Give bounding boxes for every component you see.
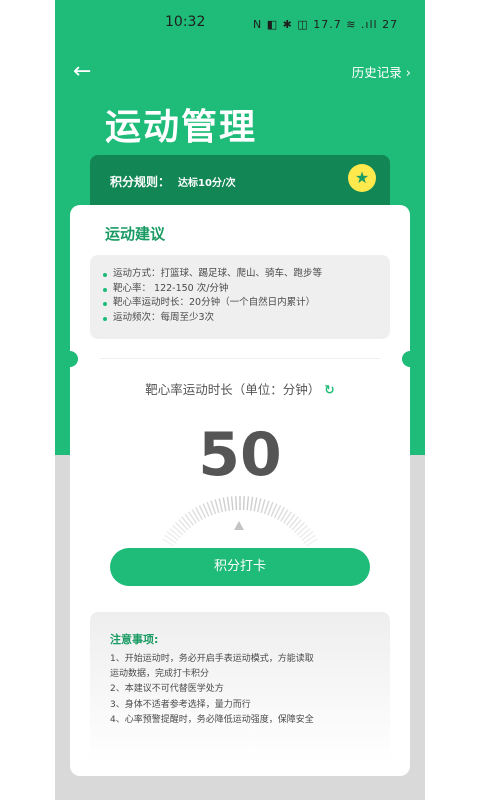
dial-tick	[181, 516, 192, 529]
advice-item: 运动方式：打篮球、踢足球、爬山、骑车、跑步等	[103, 267, 322, 282]
notice-line: 3、身体不适者参考选择，量力而行	[110, 699, 251, 710]
status-time: 10:32	[165, 14, 206, 30]
dial-tick	[296, 524, 308, 536]
dial-tick	[246, 496, 250, 511]
arrow-left-icon: ←	[73, 59, 92, 84]
history-label: 历史记录	[351, 65, 402, 80]
dial-tick	[214, 499, 220, 514]
back-button[interactable]: ←	[73, 58, 101, 86]
advice-list: 运动方式：打篮球、踢足球、爬山、骑车、跑步等 靶心率： 122-150 次/分钟…	[103, 267, 322, 325]
advice-box: 运动方式：打篮球、踢足球、爬山、骑车、跑步等 靶心率： 122-150 次/分钟…	[90, 255, 390, 339]
points-rule-text: 积分规则： 达标10分/次	[110, 173, 236, 190]
left-margin	[0, 0, 55, 800]
notice-line: 1、开始运动时，务必开启手表运动模式，方能读取	[110, 654, 314, 664]
dial-tick	[175, 521, 186, 533]
dial-tick	[291, 519, 302, 531]
chevron-right-icon: ›	[405, 66, 411, 81]
heart-rate-label-text: 靶心率运动时长（单位：分钟）	[145, 382, 321, 397]
dial-pointer-icon	[234, 521, 244, 530]
advice-title: 运动建议	[105, 225, 166, 243]
dial-tick	[256, 498, 262, 513]
points-rule-value: 达标10分/次	[178, 178, 236, 189]
points-rule-label: 积分规则：	[110, 175, 171, 189]
dial-tick	[218, 498, 224, 513]
dial-tick	[230, 496, 234, 511]
notice-lines: 1、开始运动时，务必开启手表运动模式，方能读取 运动数据，完成打卡积分 2、本建…	[110, 652, 314, 728]
dial-tick	[299, 528, 311, 539]
phone-screen: 10:32 N ◧ ✱ ◫ 17.7 ≋ .ıll 27 ← 历史记录 › 运动管…	[55, 0, 425, 800]
dial-tick	[172, 524, 184, 536]
card-notch-right	[402, 351, 418, 367]
right-margin	[425, 0, 480, 800]
dial-tick	[235, 496, 238, 511]
card-notch-left	[62, 351, 78, 367]
dial-tick	[169, 528, 181, 539]
dial-tick	[210, 500, 217, 515]
notice-line: 4、心率预警提醒时，务必降低运动强度，保障安全	[110, 714, 314, 725]
dial-tick	[249, 496, 254, 511]
heart-rate-duration-label: 靶心率运动时长（单位：分钟） ↻	[70, 379, 410, 398]
status-bar: 10:32 N ◧ ✱ ◫ 17.7 ≋ .ıll 27	[55, 14, 425, 38]
dial-tick	[166, 531, 179, 541]
main-card: 运动建议 运动方式：打篮球、踢足球、爬山、骑车、跑步等 靶心率： 122-150…	[62, 205, 418, 776]
star-button[interactable]: ★	[348, 164, 376, 192]
refresh-icon[interactable]: ↻	[324, 382, 334, 397]
dial-tick	[226, 496, 231, 511]
dial-tick	[242, 496, 245, 511]
dial-tick	[294, 521, 305, 533]
status-icons: N ◧ ✱ ◫ 17.7 ≋ .ıll 27	[253, 18, 399, 31]
dial-tick	[253, 497, 258, 512]
advice-item: 靶心率运动时长：20分钟（一个自然日内累计）	[103, 296, 322, 311]
notice-line: 2、本建议不可代替医学处方	[110, 684, 224, 695]
advice-item: 靶心率： 122-150 次/分钟	[103, 282, 322, 297]
dial-tick	[286, 513, 296, 526]
notice-title: 注意事项:	[110, 633, 159, 646]
dial-tick	[222, 497, 227, 512]
page-title: 运动管理	[105, 107, 258, 148]
advice-item: 运动频次：每周至少3次	[103, 311, 322, 326]
dial-tick	[263, 500, 270, 515]
dial-tick	[260, 499, 266, 514]
checkin-button[interactable]: 积分打卡	[110, 548, 370, 586]
heart-rate-duration-value: 50	[198, 420, 282, 490]
notice-line: 运动数据，完成打卡积分	[110, 669, 210, 680]
star-icon: ★	[354, 168, 370, 187]
dial-tick	[288, 516, 299, 529]
dial-tick	[184, 513, 194, 526]
dial-tick	[178, 519, 189, 531]
divider	[100, 358, 380, 359]
dial-tick	[301, 531, 314, 541]
history-link[interactable]: 历史记录 ›	[352, 62, 411, 81]
notice-box: 注意事项: 1、开始运动时，务必开启手表运动模式，方能读取 运动数据，完成打卡积…	[90, 612, 390, 762]
